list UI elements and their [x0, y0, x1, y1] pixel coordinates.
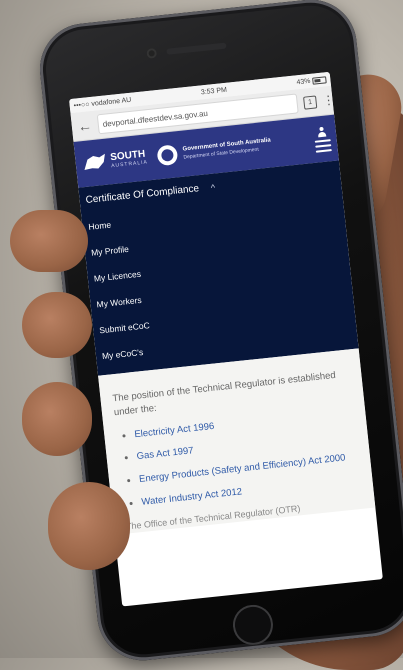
hand-finger-index — [10, 210, 88, 272]
act-link-gas[interactable]: Gas Act 1997 — [136, 445, 194, 462]
back-arrow-icon[interactable]: ← — [77, 117, 93, 134]
kebab-menu-icon[interactable]: ⋮ — [322, 93, 335, 108]
sa-logo-text-block: SOUTH AUSTRALIA — [110, 149, 148, 170]
hand-finger-ring — [22, 382, 92, 456]
south-australia-logo[interactable]: SOUTH AUSTRALIA — [81, 147, 149, 174]
status-time: 3:53 PM — [200, 86, 228, 96]
navigation-menu: Certificate Of Compliance ^ Home My Prof… — [78, 160, 359, 376]
url-text: devportal.dfeestdev.sa.gov.au — [102, 108, 209, 129]
tab-count-icon[interactable]: 1 — [302, 94, 318, 110]
front-camera — [146, 47, 158, 59]
sa-map-icon — [84, 153, 105, 171]
earpiece-speaker — [166, 42, 227, 55]
battery-percent: 43% — [296, 77, 311, 86]
government-branding: Government of South Australia Department… — [182, 138, 271, 160]
nav-section-title: Certificate Of Compliance — [85, 183, 200, 207]
battery-icon — [312, 75, 327, 85]
government-crest-icon — [156, 144, 179, 167]
acts-list: Electricity Act 1996 Gas Act 1997 Energy… — [116, 405, 363, 512]
header-actions — [313, 126, 332, 153]
chevron-up-icon: ^ — [210, 181, 216, 193]
page-content: The position of the Technical Regulator … — [98, 348, 376, 535]
photo-scene: •••○○ vodafone AU 3:53 PM 43% ← devporta… — [0, 0, 403, 670]
hand-finger-little — [48, 482, 130, 570]
act-link-water-industry[interactable]: Water Industry Act 2012 — [141, 486, 243, 508]
act-link-electricity[interactable]: Electricity Act 1996 — [134, 420, 215, 439]
user-icon[interactable] — [316, 126, 327, 137]
status-right: 43% — [296, 75, 327, 86]
home-button[interactable] — [230, 602, 275, 647]
hamburger-icon[interactable] — [314, 138, 332, 153]
tab-count: 1 — [307, 98, 313, 106]
hand-finger-middle — [22, 292, 92, 358]
